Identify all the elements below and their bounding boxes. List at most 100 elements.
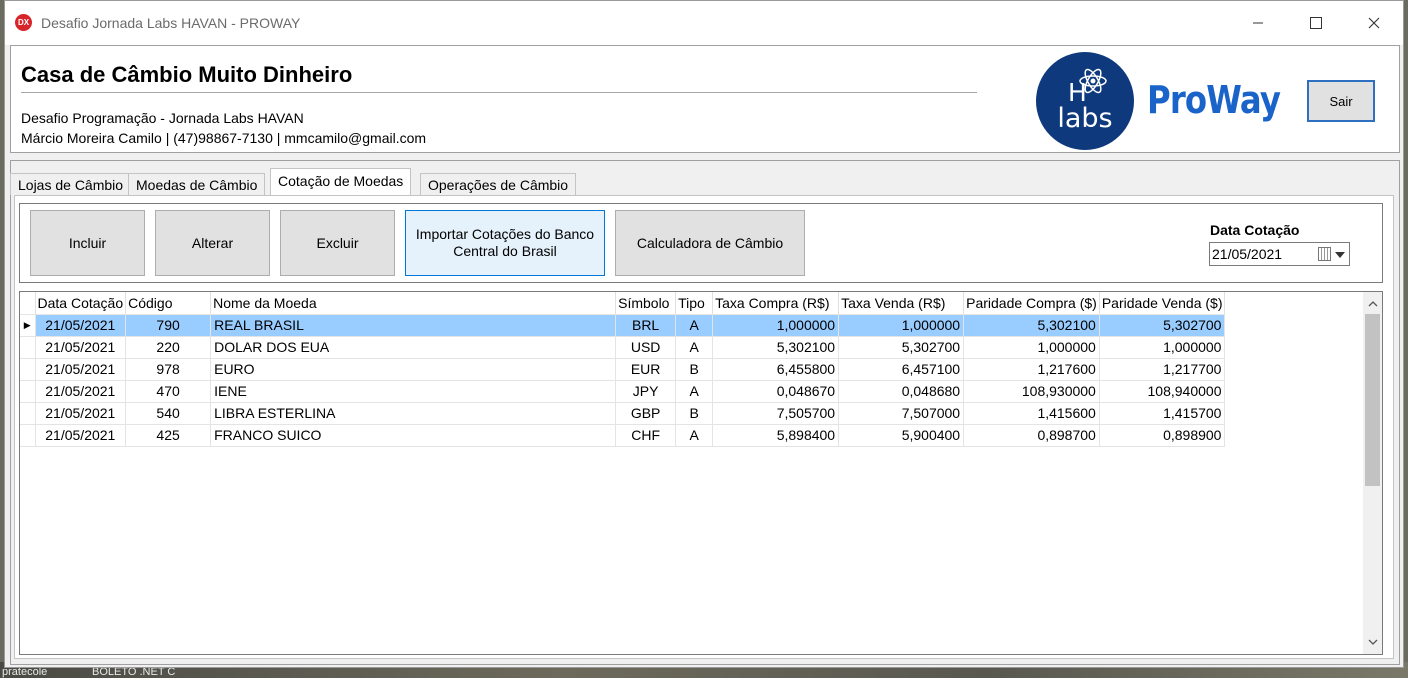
column-header[interactable]: Símbolo [615, 292, 677, 315]
table-cell[interactable]: 108,940000 [1099, 380, 1226, 403]
column-header[interactable]: Nome da Moeda [210, 292, 617, 315]
table-row[interactable]: 21/05/2021 540 LIBRA ESTERLINA GBP B 7,505700… [20, 402, 1226, 425]
table-cell[interactable]: B [675, 402, 714, 425]
minimize-button[interactable] [1229, 1, 1287, 45]
row-indicator[interactable] [20, 336, 36, 359]
tab-operacoes-de-cambio[interactable]: Operações de Câmbio [420, 173, 577, 195]
column-header[interactable]: Paridade Compra ($) [963, 292, 1100, 315]
table-cell[interactable]: LIBRA ESTERLINA [210, 402, 617, 425]
table-cell[interactable]: DOLAR DOS EUA [210, 336, 617, 359]
quote-date-picker[interactable]: 21/05/2021 [1209, 242, 1350, 266]
table-cell[interactable]: A [675, 424, 714, 447]
table-cell[interactable]: 0,048670 [712, 380, 840, 403]
table-cell[interactable]: EUR [615, 358, 677, 381]
table-cell[interactable]: 790 [125, 314, 212, 337]
table-cell[interactable]: A [675, 380, 714, 403]
column-header[interactable]: Taxa Venda (R$) [838, 292, 965, 315]
calculator-button[interactable]: Calculadora de Câmbio [615, 210, 805, 276]
table-cell[interactable]: 425 [125, 424, 212, 447]
table-cell[interactable]: CHF [615, 424, 677, 447]
import-quotes-button[interactable]: Importar Cotações do Banco Central do Br… [405, 210, 605, 276]
table-cell[interactable]: 21/05/2021 [35, 380, 127, 403]
table-cell[interactable]: 1,000000 [838, 314, 965, 337]
table-row[interactable]: 21/05/2021 220 DOLAR DOS EUA USD A 5,302100 5,… [20, 336, 1226, 359]
table-cell[interactable]: 21/05/2021 [35, 402, 127, 425]
table-cell[interactable]: 978 [125, 358, 212, 381]
table-row[interactable]: 21/05/2021 470 IENE JPY A 0,048670 0,048680 108… [20, 380, 1226, 403]
table-row[interactable]: 21/05/2021 425 FRANCO SUICO CHF A 5,898400 5,9… [20, 424, 1226, 447]
table-row[interactable]: 21/05/2021 978 EURO EUR B 6,455800 6,457100 1,2… [20, 358, 1226, 381]
table-cell[interactable]: 0,898700 [963, 424, 1100, 447]
table-cell[interactable]: 1,217700 [1099, 358, 1226, 381]
exit-button[interactable]: Sair [1307, 80, 1375, 122]
table-cell[interactable]: 540 [125, 402, 212, 425]
table-cell[interactable]: 1,217600 [963, 358, 1100, 381]
table-cell[interactable]: 5,898400 [712, 424, 840, 447]
table-cell[interactable]: 1,000000 [712, 314, 840, 337]
delete-button[interactable]: Excluir [280, 210, 395, 276]
table-cell[interactable]: 21/05/2021 [35, 358, 127, 381]
table-cell[interactable]: A [675, 314, 714, 337]
table-cell[interactable]: REAL BRASIL [210, 314, 617, 337]
column-header[interactable]: Data Cotação [35, 292, 127, 315]
row-indicator[interactable] [20, 358, 36, 381]
table-cell[interactable]: 1,415600 [963, 402, 1100, 425]
logo-labs-text: labs [1057, 103, 1112, 134]
chevron-down-icon[interactable] [1335, 252, 1345, 258]
table-cell[interactable]: 7,507000 [838, 402, 965, 425]
table-cell[interactable]: 21/05/2021 [35, 314, 127, 337]
row-indicator[interactable] [20, 424, 36, 447]
table-cell[interactable]: 1,000000 [1099, 336, 1226, 359]
table-cell[interactable]: IENE [210, 380, 617, 403]
table-row[interactable]: ▶ 21/05/2021 790 REAL BRASIL BRL A 1,000000 1,0… [20, 314, 1226, 337]
table-cell[interactable]: 21/05/2021 [35, 424, 127, 447]
toolbar: Incluir Alterar Excluir Importar Cotaçõe… [19, 203, 1383, 283]
calendar-icon[interactable] [1318, 247, 1331, 261]
table-cell[interactable]: USD [615, 336, 677, 359]
table-cell[interactable]: 5,302700 [1099, 314, 1226, 337]
tab-moedas-de-cambio[interactable]: Moedas de Câmbio [128, 173, 266, 195]
row-indicator[interactable] [20, 402, 36, 425]
table-cell[interactable]: BRL [615, 314, 677, 337]
vertical-scrollbar[interactable] [1363, 292, 1382, 654]
table-cell[interactable]: FRANCO SUICO [210, 424, 617, 447]
scrollbar-thumb[interactable] [1365, 314, 1380, 486]
table-cell[interactable]: JPY [615, 380, 677, 403]
scroll-up-icon[interactable] [1367, 298, 1378, 309]
title-bar[interactable]: DX Desafio Jornada Labs HAVAN - PROWAY [5, 1, 1403, 45]
table-cell[interactable]: 0,048680 [838, 380, 965, 403]
scroll-down-icon[interactable] [1367, 636, 1378, 647]
tab-lojas-de-cambio[interactable]: Lojas de Câmbio [10, 173, 132, 195]
table-cell[interactable]: 0,898900 [1099, 424, 1226, 447]
table-cell[interactable]: EURO [210, 358, 617, 381]
table-cell[interactable]: GBP [615, 402, 677, 425]
column-header[interactable]: Taxa Compra (R$) [712, 292, 840, 315]
proway-logo: ProWay [1147, 78, 1281, 122]
quotes-grid[interactable]: Data Cotação Código Nome da Moeda Símbol… [19, 291, 1383, 655]
table-cell[interactable]: 6,457100 [838, 358, 965, 381]
table-cell[interactable]: 21/05/2021 [35, 336, 127, 359]
column-header[interactable]: Tipo [675, 292, 714, 315]
table-cell[interactable]: 6,455800 [712, 358, 840, 381]
table-cell[interactable]: 220 [125, 336, 212, 359]
row-indicator[interactable] [20, 380, 36, 403]
table-cell[interactable]: 1,415700 [1099, 402, 1226, 425]
include-button[interactable]: Incluir [30, 210, 145, 276]
table-cell[interactable]: 5,302100 [963, 314, 1100, 337]
table-cell[interactable]: A [675, 336, 714, 359]
table-cell[interactable]: B [675, 358, 714, 381]
tab-cotacao-de-moedas[interactable]: Cotação de Moedas [270, 168, 412, 195]
edit-button[interactable]: Alterar [155, 210, 270, 276]
column-header[interactable]: Código [125, 292, 212, 315]
table-cell[interactable]: 5,900400 [838, 424, 965, 447]
current-row-indicator-icon[interactable]: ▶ [20, 314, 36, 337]
table-cell[interactable]: 7,505700 [712, 402, 840, 425]
table-cell[interactable]: 470 [125, 380, 212, 403]
table-cell[interactable]: 1,000000 [963, 336, 1100, 359]
table-cell[interactable]: 5,302700 [838, 336, 965, 359]
column-header[interactable]: Paridade Venda ($) [1099, 292, 1226, 315]
table-cell[interactable]: 5,302100 [712, 336, 840, 359]
maximize-button[interactable] [1287, 1, 1345, 45]
table-cell[interactable]: 108,930000 [963, 380, 1100, 403]
close-button[interactable] [1345, 1, 1403, 45]
